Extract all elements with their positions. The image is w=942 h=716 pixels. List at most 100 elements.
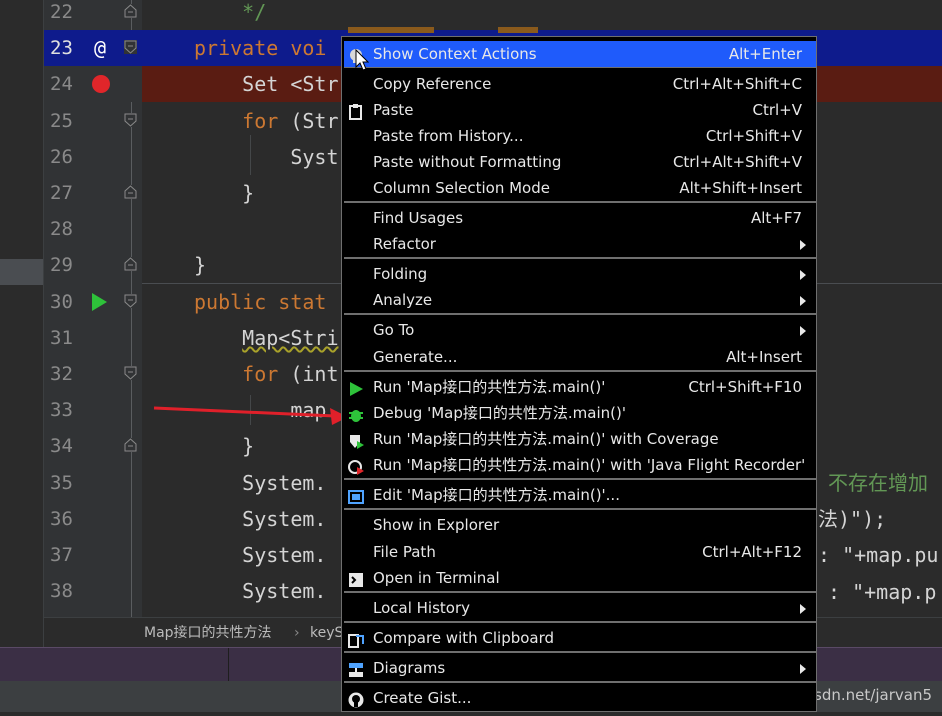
menu-item-edit-map-main[interactable]: Edit 'Map接口的共性方法.main()'... [344, 482, 816, 508]
menu-item-create-gist[interactable]: Create Gist... [344, 685, 816, 711]
menu-item-open-in-terminal[interactable]: Open in Terminal [344, 565, 816, 591]
code-text: System. [194, 537, 326, 573]
menu-item-paste[interactable]: Paste Ctrl+V [344, 97, 816, 123]
line-number[interactable]: 33 [50, 392, 73, 428]
menu-item-compare-with-clipboard[interactable]: Compare with Clipboard [344, 625, 816, 651]
paste-icon [348, 102, 364, 120]
left-tool-strip [0, 0, 44, 647]
menu-item-label: File Path [373, 543, 436, 561]
line-number[interactable]: 23 [50, 30, 73, 66]
fold-marker-icon[interactable] [124, 293, 137, 308]
line-number[interactable]: 30 [50, 284, 73, 320]
fold-marker-icon[interactable] [124, 40, 137, 55]
menu-item-label: Paste without Formatting [373, 153, 562, 171]
code-token: public [194, 289, 279, 314]
code-text: Set <Str [194, 66, 339, 102]
code-text: for (Str [194, 103, 339, 139]
code-token: (int [290, 362, 339, 386]
menu-item-local-history[interactable]: Local History [344, 595, 816, 621]
submenu-arrow-icon [800, 296, 806, 306]
compare-icon [348, 630, 364, 648]
menu-item-label: Refactor [373, 235, 436, 253]
fold-marker-icon[interactable] [124, 257, 137, 272]
line-number[interactable]: 36 [50, 501, 73, 537]
menu-item-go-to[interactable]: Go To [344, 317, 816, 343]
line-number[interactable]: 31 [50, 320, 73, 356]
fold-marker-icon[interactable] [124, 185, 137, 199]
menu-item-label: Show in Explorer [373, 516, 500, 534]
code-text: } [194, 428, 254, 464]
line-number[interactable]: 28 [50, 211, 73, 247]
override-marker-icon[interactable]: @ [90, 38, 110, 58]
fold-marker-icon[interactable] [124, 366, 137, 380]
breadcrumb-separator: › [294, 625, 300, 641]
menu-item-debug-map-main[interactable]: Debug 'Map接口的共性方法.main()' [344, 400, 816, 426]
indent-guide [250, 135, 251, 175]
flight-recorder-icon [348, 457, 364, 475]
code-token: Map<Stri [242, 325, 339, 350]
fold-marker-icon[interactable] [124, 438, 137, 453]
menu-item-label: Compare with Clipboard [373, 629, 555, 647]
menu-item-run-map-main-with-java-flight-recorder[interactable]: Run 'Map接口的共性方法.main()' with 'Java Fligh… [344, 452, 816, 478]
code-text: Map<Stri [194, 320, 339, 356]
code-token: } [194, 434, 255, 459]
run-gutter-icon[interactable] [92, 292, 107, 311]
menu-separator [344, 257, 816, 259]
code-token: Set <Str [194, 72, 339, 97]
code-token: */ [242, 0, 267, 24]
mouse-cursor-icon [355, 48, 370, 75]
menu-item-generate[interactable]: Generate... Alt+Insert [344, 344, 816, 370]
menu-item-label: Find Usages [373, 209, 464, 227]
menu-item-show-in-explorer[interactable]: Show in Explorer [344, 512, 816, 538]
terminal-icon [348, 570, 364, 587]
line-number[interactable]: 35 [50, 465, 73, 501]
menu-item-label: Copy Reference [373, 75, 492, 93]
menu-item-label: Paste [373, 101, 414, 119]
line-number[interactable]: 22 [50, 0, 73, 30]
menu-item-find-usages[interactable]: Find Usages Alt+F7 [344, 205, 816, 231]
menu-item-diagrams[interactable]: Diagrams [344, 655, 816, 681]
code-token: for [242, 108, 291, 133]
menu-item-paste-from-history[interactable]: Paste from History... Ctrl+Shift+V [344, 123, 816, 149]
submenu-arrow-icon [800, 664, 806, 674]
code-token: for [242, 362, 291, 386]
menu-item-run-map-main-with-coverage[interactable]: Run 'Map接口的共性方法.main()' with Coverage [344, 426, 816, 452]
menu-item-copy-reference[interactable]: Copy Reference Ctrl+Alt+Shift+C [344, 71, 816, 97]
code-line[interactable]: 22 */ [44, 0, 942, 30]
menu-separator [344, 591, 816, 593]
line-number[interactable]: 25 [50, 103, 73, 139]
menu-item-label: Run 'Map接口的共性方法.main()' [373, 378, 606, 396]
menu-item-file-path[interactable]: File Path Ctrl+Alt+F12 [344, 539, 816, 565]
menu-item-paste-without-formatting[interactable]: Paste without Formatting Ctrl+Alt+Shift+V [344, 149, 816, 175]
menu-item-label: Paste from History... [373, 127, 524, 145]
menu-item-column-selection-mode[interactable]: Column Selection Mode Alt+Shift+Insert [344, 175, 816, 201]
fold-marker-icon[interactable] [124, 4, 137, 18]
line-number[interactable]: 27 [50, 175, 73, 211]
menu-item-shortcut: Ctrl+V [752, 101, 802, 119]
code-text: System. [194, 573, 326, 609]
menu-item-run-map-main[interactable]: Run 'Map接口的共性方法.main()' Ctrl+Shift+F10 [344, 374, 816, 400]
line-number[interactable]: 34 [50, 428, 73, 464]
line-number[interactable]: 26 [50, 139, 73, 175]
line-number[interactable]: 29 [50, 247, 73, 283]
menu-item-folding[interactable]: Folding [344, 261, 816, 287]
breadcrumb-method[interactable]: keyS [310, 618, 343, 648]
line-number[interactable]: 37 [50, 537, 73, 573]
line-number[interactable]: 38 [50, 573, 73, 609]
fold-marker-icon[interactable] [124, 112, 137, 127]
menu-item-analyze[interactable]: Analyze [344, 287, 816, 313]
line-number[interactable]: 24 [50, 66, 73, 102]
breadcrumb-class[interactable]: Map接口的共性方法 [144, 618, 272, 648]
code-text: System. [194, 501, 326, 537]
menu-item-label: Open in Terminal [373, 569, 500, 587]
menu-item-label: Generate... [373, 348, 458, 366]
line-number[interactable]: 32 [50, 356, 73, 392]
menu-item-refactor[interactable]: Refactor [344, 231, 816, 257]
code-token: (Str [290, 108, 339, 133]
menu-item-shortcut: Alt+Shift+Insert [679, 179, 802, 197]
menu-item-show-context-actions[interactable]: Show Context Actions Alt+Enter [344, 41, 816, 67]
code-text: private voi [194, 30, 326, 66]
menu-item-label: Run 'Map接口的共性方法.main()' with Coverage [373, 430, 719, 448]
